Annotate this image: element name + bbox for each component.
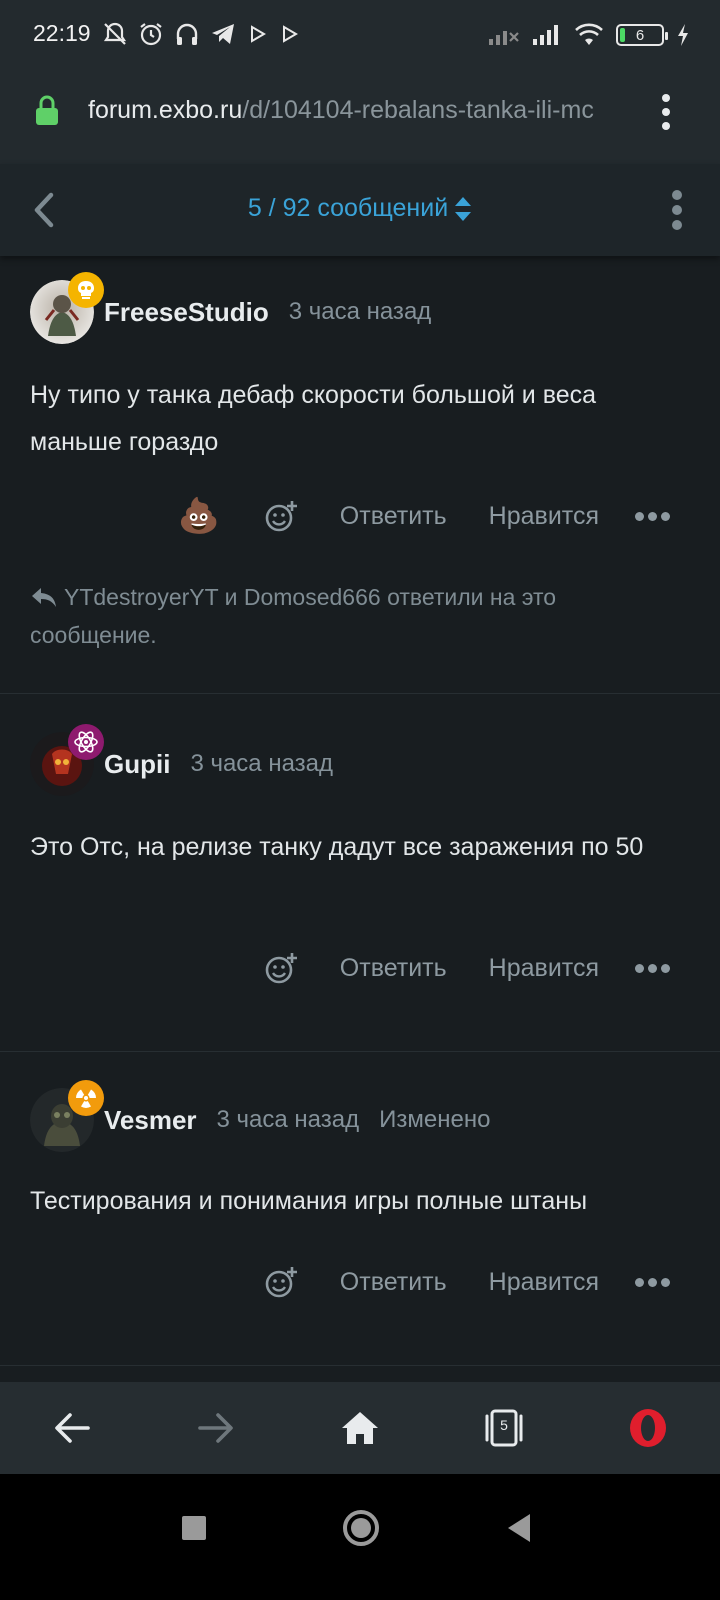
url-path: /d/104104-rebalans-tanka-ili-mc bbox=[242, 96, 594, 124]
wifi-icon bbox=[575, 23, 603, 45]
browser-bottom-nav: 5 bbox=[0, 1382, 720, 1474]
tab-count: 5 bbox=[500, 1417, 508, 1433]
radiation-icon bbox=[76, 1089, 96, 1108]
post-header: Vesmer 3 часа назад Изменено bbox=[30, 1080, 490, 1152]
post-actions: Ответить Нравится bbox=[264, 948, 670, 988]
lock-icon bbox=[36, 95, 58, 125]
charging-icon bbox=[678, 24, 688, 46]
post-item: Vesmer 3 часа назад Изменено Тестировани… bbox=[0, 1052, 720, 1366]
like-button[interactable]: Нравится bbox=[489, 502, 599, 531]
battery-level-fill bbox=[620, 28, 625, 42]
post-header: Gupii 3 часа назад bbox=[30, 724, 333, 796]
reply-button[interactable]: Ответить bbox=[340, 1268, 447, 1297]
user-badge bbox=[68, 1080, 104, 1116]
replies-summary-text: YTdestroyerYT и Domosed666 ответили на э… bbox=[30, 584, 557, 648]
skull-icon bbox=[78, 281, 94, 299]
avatar[interactable] bbox=[30, 272, 104, 344]
system-home-button[interactable] bbox=[343, 1510, 379, 1546]
forward-arrow-icon bbox=[198, 1413, 233, 1443]
username[interactable]: FreeseStudio bbox=[104, 297, 269, 328]
play-icon bbox=[283, 25, 298, 43]
add-reaction-icon[interactable] bbox=[264, 951, 298, 985]
post-body: Ну типо у танка дебаф скорости большой и… bbox=[30, 381, 597, 456]
signal-icon bbox=[489, 31, 519, 45]
telegram-icon bbox=[212, 24, 234, 44]
headphones-icon bbox=[176, 23, 198, 45]
post-time[interactable]: 3 часа назад bbox=[217, 1106, 360, 1134]
avatar[interactable] bbox=[30, 1080, 104, 1152]
mute-icon bbox=[103, 22, 127, 45]
system-back-button[interactable] bbox=[508, 1514, 530, 1542]
add-reaction-icon[interactable] bbox=[264, 1265, 298, 1299]
browser-menu-button[interactable] bbox=[660, 94, 672, 130]
browser-forward-button[interactable] bbox=[186, 1398, 246, 1458]
discussion-menu-button[interactable] bbox=[670, 190, 684, 230]
reply-icon bbox=[32, 588, 56, 607]
replies-summary[interactable]: YTdestroyerYT и Domosed666 ответили на э… bbox=[30, 578, 670, 654]
user-badge bbox=[68, 272, 104, 308]
edited-label[interactable]: Изменено bbox=[379, 1106, 490, 1134]
post-actions: Ответить Нравится bbox=[264, 1262, 670, 1302]
add-reaction-icon[interactable] bbox=[264, 499, 298, 533]
avatar[interactable] bbox=[30, 724, 104, 796]
forum-header: 5 / 92 сообщений bbox=[0, 164, 720, 256]
post-more-button[interactable] bbox=[635, 963, 670, 973]
opera-menu-button[interactable] bbox=[618, 1398, 678, 1458]
post-more-button[interactable] bbox=[635, 1277, 670, 1287]
back-arrow-icon bbox=[55, 1413, 90, 1443]
post-header: FreeseStudio 3 часа назад bbox=[30, 272, 432, 344]
play-icon bbox=[251, 25, 266, 43]
like-button[interactable]: Нравится bbox=[489, 1268, 599, 1297]
username[interactable]: Gupii bbox=[104, 749, 170, 780]
post-scrubber[interactable]: 5 / 92 сообщений bbox=[0, 194, 720, 223]
reply-button[interactable]: Ответить bbox=[340, 502, 447, 531]
user-badge bbox=[68, 724, 104, 760]
battery-level: 6 bbox=[635, 26, 645, 44]
url-host: forum.exbo.ru bbox=[88, 96, 243, 124]
post-actions: 💩 Ответить Нравится bbox=[177, 496, 670, 536]
notification-icons bbox=[102, 20, 300, 48]
battery-icon: 6 bbox=[616, 24, 668, 46]
opera-icon bbox=[630, 1409, 666, 1447]
tabs-button[interactable]: 5 bbox=[474, 1398, 534, 1458]
reaction-poop[interactable]: 💩 bbox=[177, 496, 219, 536]
username[interactable]: Vesmer bbox=[104, 1105, 197, 1136]
system-icons: 6 bbox=[488, 20, 690, 50]
like-button[interactable]: Нравится bbox=[489, 954, 599, 983]
alarm-icon bbox=[140, 23, 162, 46]
status-time: 22:19 bbox=[33, 20, 91, 46]
post-more-button[interactable] bbox=[635, 511, 670, 521]
post-item: FreeseStudio 3 часа назад Ну типо у танк… bbox=[0, 256, 720, 694]
reply-button[interactable]: Ответить bbox=[340, 954, 447, 983]
status-bar: 22:19 6 bbox=[0, 0, 720, 70]
post-time[interactable]: 3 часа назад bbox=[289, 298, 432, 326]
post-body: Это Отс, на релизе танку дадут все зараж… bbox=[30, 833, 644, 861]
recents-button[interactable] bbox=[182, 1516, 206, 1540]
sort-icon bbox=[455, 197, 472, 222]
home-icon bbox=[342, 1412, 378, 1444]
browser-home-button[interactable] bbox=[330, 1398, 390, 1458]
post-time[interactable]: 3 часа назад bbox=[190, 750, 333, 778]
browser-back-button[interactable] bbox=[42, 1398, 102, 1458]
browser-url-bar: forum.exbo.ru/d/104104-rebalans-tanka-il… bbox=[0, 70, 720, 164]
post-item: Gupii 3 часа назад Это Отс, на релизе та… bbox=[0, 694, 720, 1052]
url-field[interactable]: forum.exbo.ru/d/104104-rebalans-tanka-il… bbox=[88, 96, 633, 125]
post-body: Тестирования и понимания игры полные шта… bbox=[30, 1187, 588, 1215]
atom-icon bbox=[74, 731, 98, 753]
scrubber-text: 5 / 92 сообщений bbox=[247, 194, 449, 222]
signal-icon bbox=[533, 25, 558, 45]
system-nav-bar bbox=[0, 1474, 720, 1600]
